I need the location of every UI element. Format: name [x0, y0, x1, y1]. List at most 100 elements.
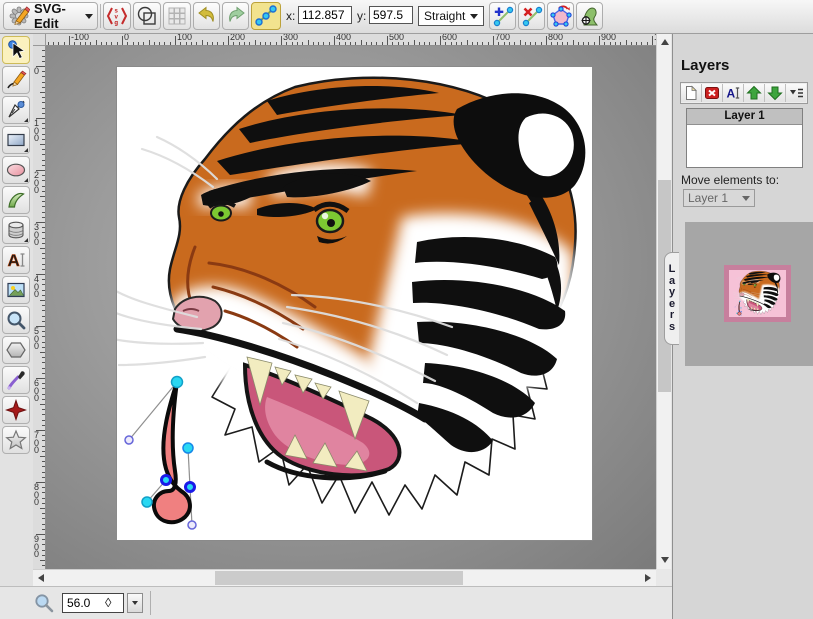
ruler-tick: [42, 513, 45, 514]
redo-button[interactable]: [222, 2, 249, 30]
ruler-tick: [42, 108, 45, 109]
horizontal-scrollbar[interactable]: [33, 569, 656, 586]
tool-polygon[interactable]: [2, 336, 30, 364]
svg-edit-app: SVG-Edit svg: [0, 0, 813, 619]
select-cursor-icon: [5, 39, 27, 61]
tool-star[interactable]: [2, 426, 30, 454]
ruler-tick: [42, 50, 45, 51]
ruler-tick: [196, 42, 197, 45]
tool-connector[interactable]: [2, 396, 30, 424]
tool-pencil[interactable]: [2, 66, 30, 94]
source-code-button[interactable]: svg: [103, 2, 131, 30]
tool-zoom[interactable]: [2, 306, 30, 334]
layer-list[interactable]: Layer 1: [686, 108, 803, 168]
ruler-tick: [493, 36, 494, 45]
move-elements-select[interactable]: Layer 1: [683, 189, 755, 207]
x-coordinate-label: x:: [286, 9, 295, 23]
zoom-level-input[interactable]: [63, 596, 105, 610]
ruler-tick: [270, 42, 271, 45]
magnifier-icon: [5, 309, 27, 331]
scroll-down-icon[interactable]: [661, 557, 669, 563]
tool-image[interactable]: [2, 276, 30, 304]
layer-thumbnail-frame[interactable]: [724, 265, 791, 322]
tool-line[interactable]: [2, 96, 30, 124]
ruler-tick: [350, 42, 351, 45]
ruler-tick: [40, 196, 45, 197]
ruler-tick: [42, 321, 45, 322]
path-icon: [5, 189, 27, 211]
ruler-tick: [42, 529, 45, 530]
star-icon: [5, 429, 27, 451]
svg-canvas-page[interactable]: [117, 67, 592, 540]
ruler-tick: [382, 42, 383, 45]
main-menu-button[interactable]: SVG-Edit: [3, 2, 98, 30]
zoom-spinner-icon[interactable]: ◊: [105, 594, 111, 612]
tool-eyedropper[interactable]: [2, 366, 30, 394]
segment-type-select[interactable]: Straight: [418, 6, 484, 26]
new-layer-button[interactable]: [681, 84, 702, 102]
ruler-tick: [42, 362, 45, 363]
tool-text[interactable]: A: [2, 246, 30, 274]
scroll-left-icon[interactable]: [38, 574, 44, 582]
reorient-path-button[interactable]: [576, 2, 603, 30]
bottom-bar-separator: [150, 591, 151, 615]
ruler-tick: [620, 42, 621, 45]
ruler-tick: [286, 42, 287, 45]
scroll-up-icon[interactable]: [661, 39, 669, 45]
ruler-tick: [191, 42, 192, 45]
ruler-tick: [175, 36, 176, 45]
ruler-tick: [42, 409, 45, 410]
shapes-button[interactable]: [133, 2, 161, 30]
ruler-tick: [40, 456, 45, 457]
top-toolbar: SVG-Edit svg: [0, 0, 813, 34]
delete-node-button[interactable]: [518, 2, 545, 30]
ruler-tick: [40, 248, 45, 249]
move-layer-up-button[interactable]: [744, 84, 765, 102]
tool-shape-library[interactable]: [2, 216, 30, 244]
scroll-right-icon[interactable]: [645, 574, 651, 582]
move-layer-down-button[interactable]: [765, 84, 786, 102]
tool-select[interactable]: [2, 36, 30, 64]
ruler-tick: [239, 42, 240, 45]
layers-tab-handle[interactable]: Layers: [664, 252, 679, 345]
ruler-tick: [106, 42, 107, 45]
layer-menu-button[interactable]: [786, 84, 806, 102]
redo-icon: [225, 5, 247, 27]
ruler-label: 800: [34, 484, 43, 507]
link-control-points-button[interactable]: [251, 2, 281, 30]
ruler-tick: [85, 42, 86, 45]
zoom-dropdown-button[interactable]: [127, 593, 143, 613]
tool-ellipse[interactable]: [2, 156, 30, 184]
tool-path[interactable]: [2, 186, 30, 214]
undo-button[interactable]: [193, 2, 220, 30]
open-path-button[interactable]: [547, 2, 574, 30]
ruler-tick: [297, 42, 298, 45]
ruler-tick: [42, 477, 45, 478]
ruler-tick: [615, 42, 616, 45]
ruler-label: 800: [548, 33, 563, 42]
ruler-tick: [217, 42, 218, 45]
delete-node-icon: [521, 5, 543, 27]
zoom-level-field[interactable]: ◊: [62, 593, 124, 613]
x-coordinate-input[interactable]: [298, 6, 352, 24]
horizontal-scrollbar-thumb[interactable]: [215, 571, 463, 585]
ruler-tick: [40, 404, 45, 405]
ruler-tick: [419, 42, 420, 45]
grid-button[interactable]: [163, 2, 191, 30]
ruler-tick: [42, 368, 45, 369]
rename-layer-button[interactable]: A: [723, 84, 744, 102]
add-node-button[interactable]: [489, 2, 516, 30]
layer-list-header[interactable]: Layer 1: [687, 109, 802, 125]
ruler-tick: [578, 42, 579, 45]
delete-layer-button[interactable]: [702, 84, 723, 102]
ruler-tick: [509, 42, 510, 45]
ruler-tick: [42, 258, 45, 259]
ruler-tick: [339, 42, 340, 45]
ruler-tick: [42, 518, 45, 519]
tiger-drawing[interactable]: [117, 67, 592, 540]
y-coordinate-input[interactable]: [369, 6, 413, 24]
tool-rectangle[interactable]: [2, 126, 30, 154]
source-code-icon: svg: [106, 5, 128, 27]
bottom-bar: ◊: [0, 586, 672, 619]
canvas-background[interactable]: [45, 45, 656, 569]
